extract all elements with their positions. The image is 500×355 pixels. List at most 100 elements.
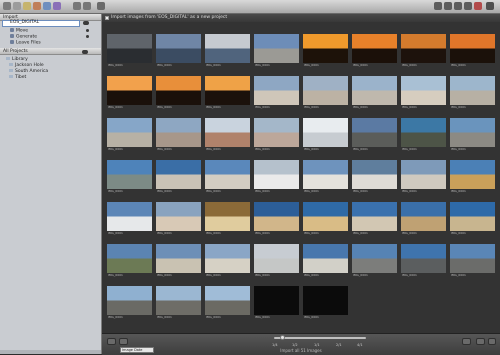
photo-thumbnail[interactable]: IMG_0001	[156, 76, 201, 110]
photo-thumbnail[interactable]: IMG_0001	[254, 160, 299, 194]
toolbar-stack-button[interactable]	[97, 2, 105, 10]
toolbar-project-button[interactable]	[3, 2, 11, 10]
import-checked-button[interactable]	[476, 338, 485, 345]
toolbar-redeye-tool[interactable]	[474, 2, 482, 10]
import-as-new-project-checkbox[interactable]	[105, 16, 109, 20]
import-settings-button[interactable]	[119, 338, 128, 345]
photo-thumbnail[interactable]: IMG_0001	[450, 76, 495, 110]
photo-thumbnail[interactable]: IMG_0001	[156, 244, 201, 278]
photo-thumbnail[interactable]: IMG_0001	[401, 118, 446, 152]
toolbar-slideshow-button[interactable]	[53, 2, 61, 10]
photo-thumbnail-image	[107, 286, 152, 315]
photo-thumbnail[interactable]: IMG_0001	[205, 76, 250, 110]
photo-thumbnail[interactable]: IMG_0001	[450, 160, 495, 194]
eject-icon[interactable]	[83, 21, 89, 25]
photo-thumbnail[interactable]: IMG_0001	[352, 34, 397, 68]
photo-thumbnail[interactable]: IMG_0001	[205, 244, 250, 278]
photo-thumbnail[interactable]: IMG_0001	[303, 286, 348, 320]
photo-thumbnail[interactable]: IMG_0001	[156, 286, 201, 320]
thumbnail-size-slider[interactable]	[274, 337, 366, 339]
photo-thumbnail[interactable]: IMG_0001	[352, 244, 397, 278]
photo-thumbnail[interactable]: IMG_0001	[254, 76, 299, 110]
photo-thumbnail[interactable]: IMG_0001	[303, 160, 348, 194]
photo-thumbnail[interactable]: IMG_0001	[107, 286, 152, 320]
device-item-leave-files[interactable]: Leave Files	[10, 40, 41, 47]
toolbar-folder-button[interactable]	[13, 2, 21, 10]
photo-thumbnail-image	[107, 202, 152, 231]
toolbar-lift-tool[interactable]	[464, 2, 472, 10]
toolbar-album-button[interactable]	[23, 2, 31, 10]
photo-thumbnail[interactable]: IMG_0001	[450, 202, 495, 236]
view-mode-button[interactable]	[107, 338, 116, 345]
photo-thumbnail[interactable]: IMG_0001	[254, 286, 299, 320]
info-icon[interactable]	[86, 29, 89, 32]
toolbar-straighten-tool[interactable]	[454, 2, 462, 10]
photo-thumbnail[interactable]: IMG_0001	[352, 76, 397, 110]
photo-thumbnail[interactable]: IMG_0001	[156, 160, 201, 194]
photo-thumbnail[interactable]: IMG_0001	[254, 202, 299, 236]
photo-thumbnail-image	[450, 118, 495, 147]
photo-thumbnail[interactable]: IMG_0001	[254, 244, 299, 278]
photo-thumbnail[interactable]: IMG_0001	[450, 244, 495, 278]
photo-thumbnail[interactable]: IMG_0001	[401, 76, 446, 110]
main-toolbar	[0, 0, 500, 14]
import-all-button[interactable]	[488, 338, 496, 345]
photo-thumbnail[interactable]: IMG_0001	[352, 160, 397, 194]
photo-thumbnail[interactable]: IMG_0001	[205, 34, 250, 68]
photo-thumbnail[interactable]: IMG_0001	[107, 76, 152, 110]
toolbar-book-button[interactable]	[33, 2, 41, 10]
photo-thumbnail-caption: IMG_0001	[108, 273, 123, 277]
toolbar-web-button[interactable]	[43, 2, 51, 10]
photo-thumbnail[interactable]: IMG_0001	[303, 118, 348, 152]
photo-thumbnail-image	[352, 76, 397, 105]
photo-thumbnail[interactable]: IMG_0001	[205, 118, 250, 152]
photo-thumbnail[interactable]: IMG_0001	[352, 118, 397, 152]
photo-thumbnail[interactable]: IMG_0001	[156, 34, 201, 68]
photo-thumbnail-caption: IMG_0001	[353, 147, 368, 151]
import-device-label[interactable]: EOS_DIGITAL	[10, 20, 39, 26]
photo-thumbnail[interactable]: IMG_0001	[156, 118, 201, 152]
toolbar-select-tool[interactable]	[434, 2, 442, 10]
toolbar-crop-tool[interactable]	[444, 2, 452, 10]
photo-thumbnail[interactable]: IMG_0001	[254, 118, 299, 152]
photo-thumbnail[interactable]: IMG_0001	[107, 160, 152, 194]
image-browser: Import images from 'EOS_DIGITAL' as a ne…	[102, 14, 500, 355]
photo-thumbnail[interactable]: IMG_0001	[156, 202, 201, 236]
photo-thumbnail[interactable]: IMG_0001	[450, 118, 495, 152]
thumbnail-size-slider-knob[interactable]	[280, 335, 285, 340]
photo-thumbnail[interactable]: IMG_0001	[205, 160, 250, 194]
photo-thumbnail-image	[303, 286, 348, 315]
photo-thumbnail[interactable]: IMG_0001	[107, 118, 152, 152]
photo-thumbnail-caption: IMG_0001	[255, 105, 270, 109]
photo-thumbnail[interactable]: IMG_0001	[254, 34, 299, 68]
photo-thumbnail[interactable]: IMG_0001	[303, 244, 348, 278]
photo-thumbnail[interactable]: IMG_0001	[401, 160, 446, 194]
toolbar-rotate-left-button[interactable]	[73, 2, 81, 10]
photo-thumbnail[interactable]: IMG_0001	[352, 202, 397, 236]
photo-thumbnail[interactable]: IMG_0001	[205, 286, 250, 320]
photo-thumbnail[interactable]: IMG_0001	[401, 244, 446, 278]
sidebar: Import EOS_DIGITAL Move Generate Leave F…	[0, 14, 102, 354]
stop-import-button[interactable]	[462, 338, 471, 345]
photo-thumbnail[interactable]: IMG_0001	[205, 202, 250, 236]
photo-thumbnail-image	[450, 244, 495, 273]
photo-thumbnail[interactable]: IMG_0001	[401, 202, 446, 236]
photo-thumbnail[interactable]: IMG_0001	[107, 244, 152, 278]
photo-thumbnail[interactable]: IMG_0001	[107, 202, 152, 236]
toolbar-rotate-right-button[interactable]	[83, 2, 91, 10]
photo-thumbnail-caption: IMG_0001	[451, 147, 466, 151]
photo-thumbnail-image	[401, 118, 446, 147]
projects-action-icon[interactable]	[82, 50, 88, 54]
photo-thumbnail[interactable]: IMG_0001	[303, 34, 348, 68]
photo-thumbnail[interactable]: IMG_0001	[107, 34, 152, 68]
photo-thumbnail[interactable]: IMG_0001	[450, 34, 495, 68]
photo-thumbnail[interactable]: IMG_0001	[401, 34, 446, 68]
photo-thumbnail[interactable]: IMG_0001	[303, 76, 348, 110]
photo-thumbnail-caption: IMG_0001	[255, 315, 270, 319]
toolbar-hud-button[interactable]	[486, 2, 494, 10]
photo-thumbnail-image	[401, 76, 446, 105]
photo-thumbnail-image	[352, 202, 397, 231]
photo-thumbnail[interactable]: IMG_0001	[303, 202, 348, 236]
library-item-tibet[interactable]: Tibet	[9, 75, 26, 81]
info-icon[interactable]	[86, 35, 89, 38]
